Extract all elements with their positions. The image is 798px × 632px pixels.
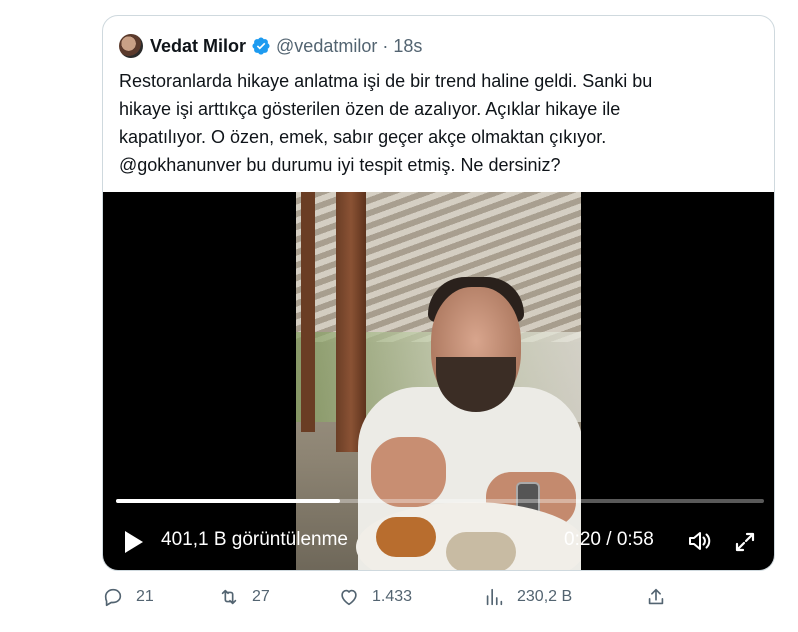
like-count: 1.433 bbox=[372, 588, 413, 605]
tweet-text-line[interactable]: @gokhanunver bu durumu iyi tespit etmiş.… bbox=[119, 151, 759, 179]
view-count: 230,2 B bbox=[517, 588, 573, 605]
video-progress-bar[interactable] bbox=[116, 499, 764, 503]
volume-icon[interactable] bbox=[687, 529, 713, 553]
like-button[interactable]: 1.433 bbox=[338, 586, 412, 608]
repost-icon bbox=[221, 589, 237, 605]
reply-count: 21 bbox=[136, 588, 154, 605]
tweet-text-line: kapatılıyor. O özen, emek, sabır geçer a… bbox=[119, 127, 607, 147]
video-player[interactable]: 401,1 B görüntülenme 0:20 / 0:58 bbox=[103, 192, 774, 570]
video-progress-fill bbox=[116, 499, 340, 503]
tweet-text: Restoranlarda hikaye anlatma işi de bir … bbox=[119, 67, 759, 179]
video-frame bbox=[296, 192, 581, 570]
verified-badge-icon bbox=[252, 37, 270, 55]
author-handle-time[interactable]: @vedatmilor · 18s bbox=[276, 36, 422, 57]
author-avatar[interactable] bbox=[119, 34, 143, 58]
video-view-count: 401,1 B görüntülenme bbox=[161, 529, 348, 550]
play-icon[interactable] bbox=[125, 531, 143, 553]
video-time: 0:20 / 0:58 bbox=[564, 529, 654, 550]
tweet-card[interactable]: Vedat Milor @vedatmilor · 18s Restoranla… bbox=[102, 15, 775, 571]
repost-count: 27 bbox=[252, 588, 270, 605]
analytics-button[interactable]: 230,2 B bbox=[483, 586, 572, 608]
tweet-text-line: hikaye işi arttıkça gösterilen özen de a… bbox=[119, 99, 621, 119]
like-icon bbox=[341, 589, 357, 606]
author-name[interactable]: Vedat Milor bbox=[150, 36, 246, 57]
repost-button[interactable]: 27 bbox=[218, 586, 270, 608]
share-button[interactable] bbox=[645, 586, 679, 608]
share-icon bbox=[648, 588, 664, 605]
tweet-header: Vedat Milor @vedatmilor · 18s bbox=[119, 33, 422, 59]
reply-button[interactable]: 21 bbox=[102, 586, 154, 608]
tweet-actions: 21 27 1.433 230,2 B bbox=[102, 586, 775, 618]
fullscreen-icon[interactable] bbox=[733, 530, 757, 554]
analytics-icon bbox=[486, 588, 503, 606]
reply-icon bbox=[104, 588, 122, 607]
tweet-text-line: Restoranlarda hikaye anlatma işi de bir … bbox=[119, 71, 653, 91]
